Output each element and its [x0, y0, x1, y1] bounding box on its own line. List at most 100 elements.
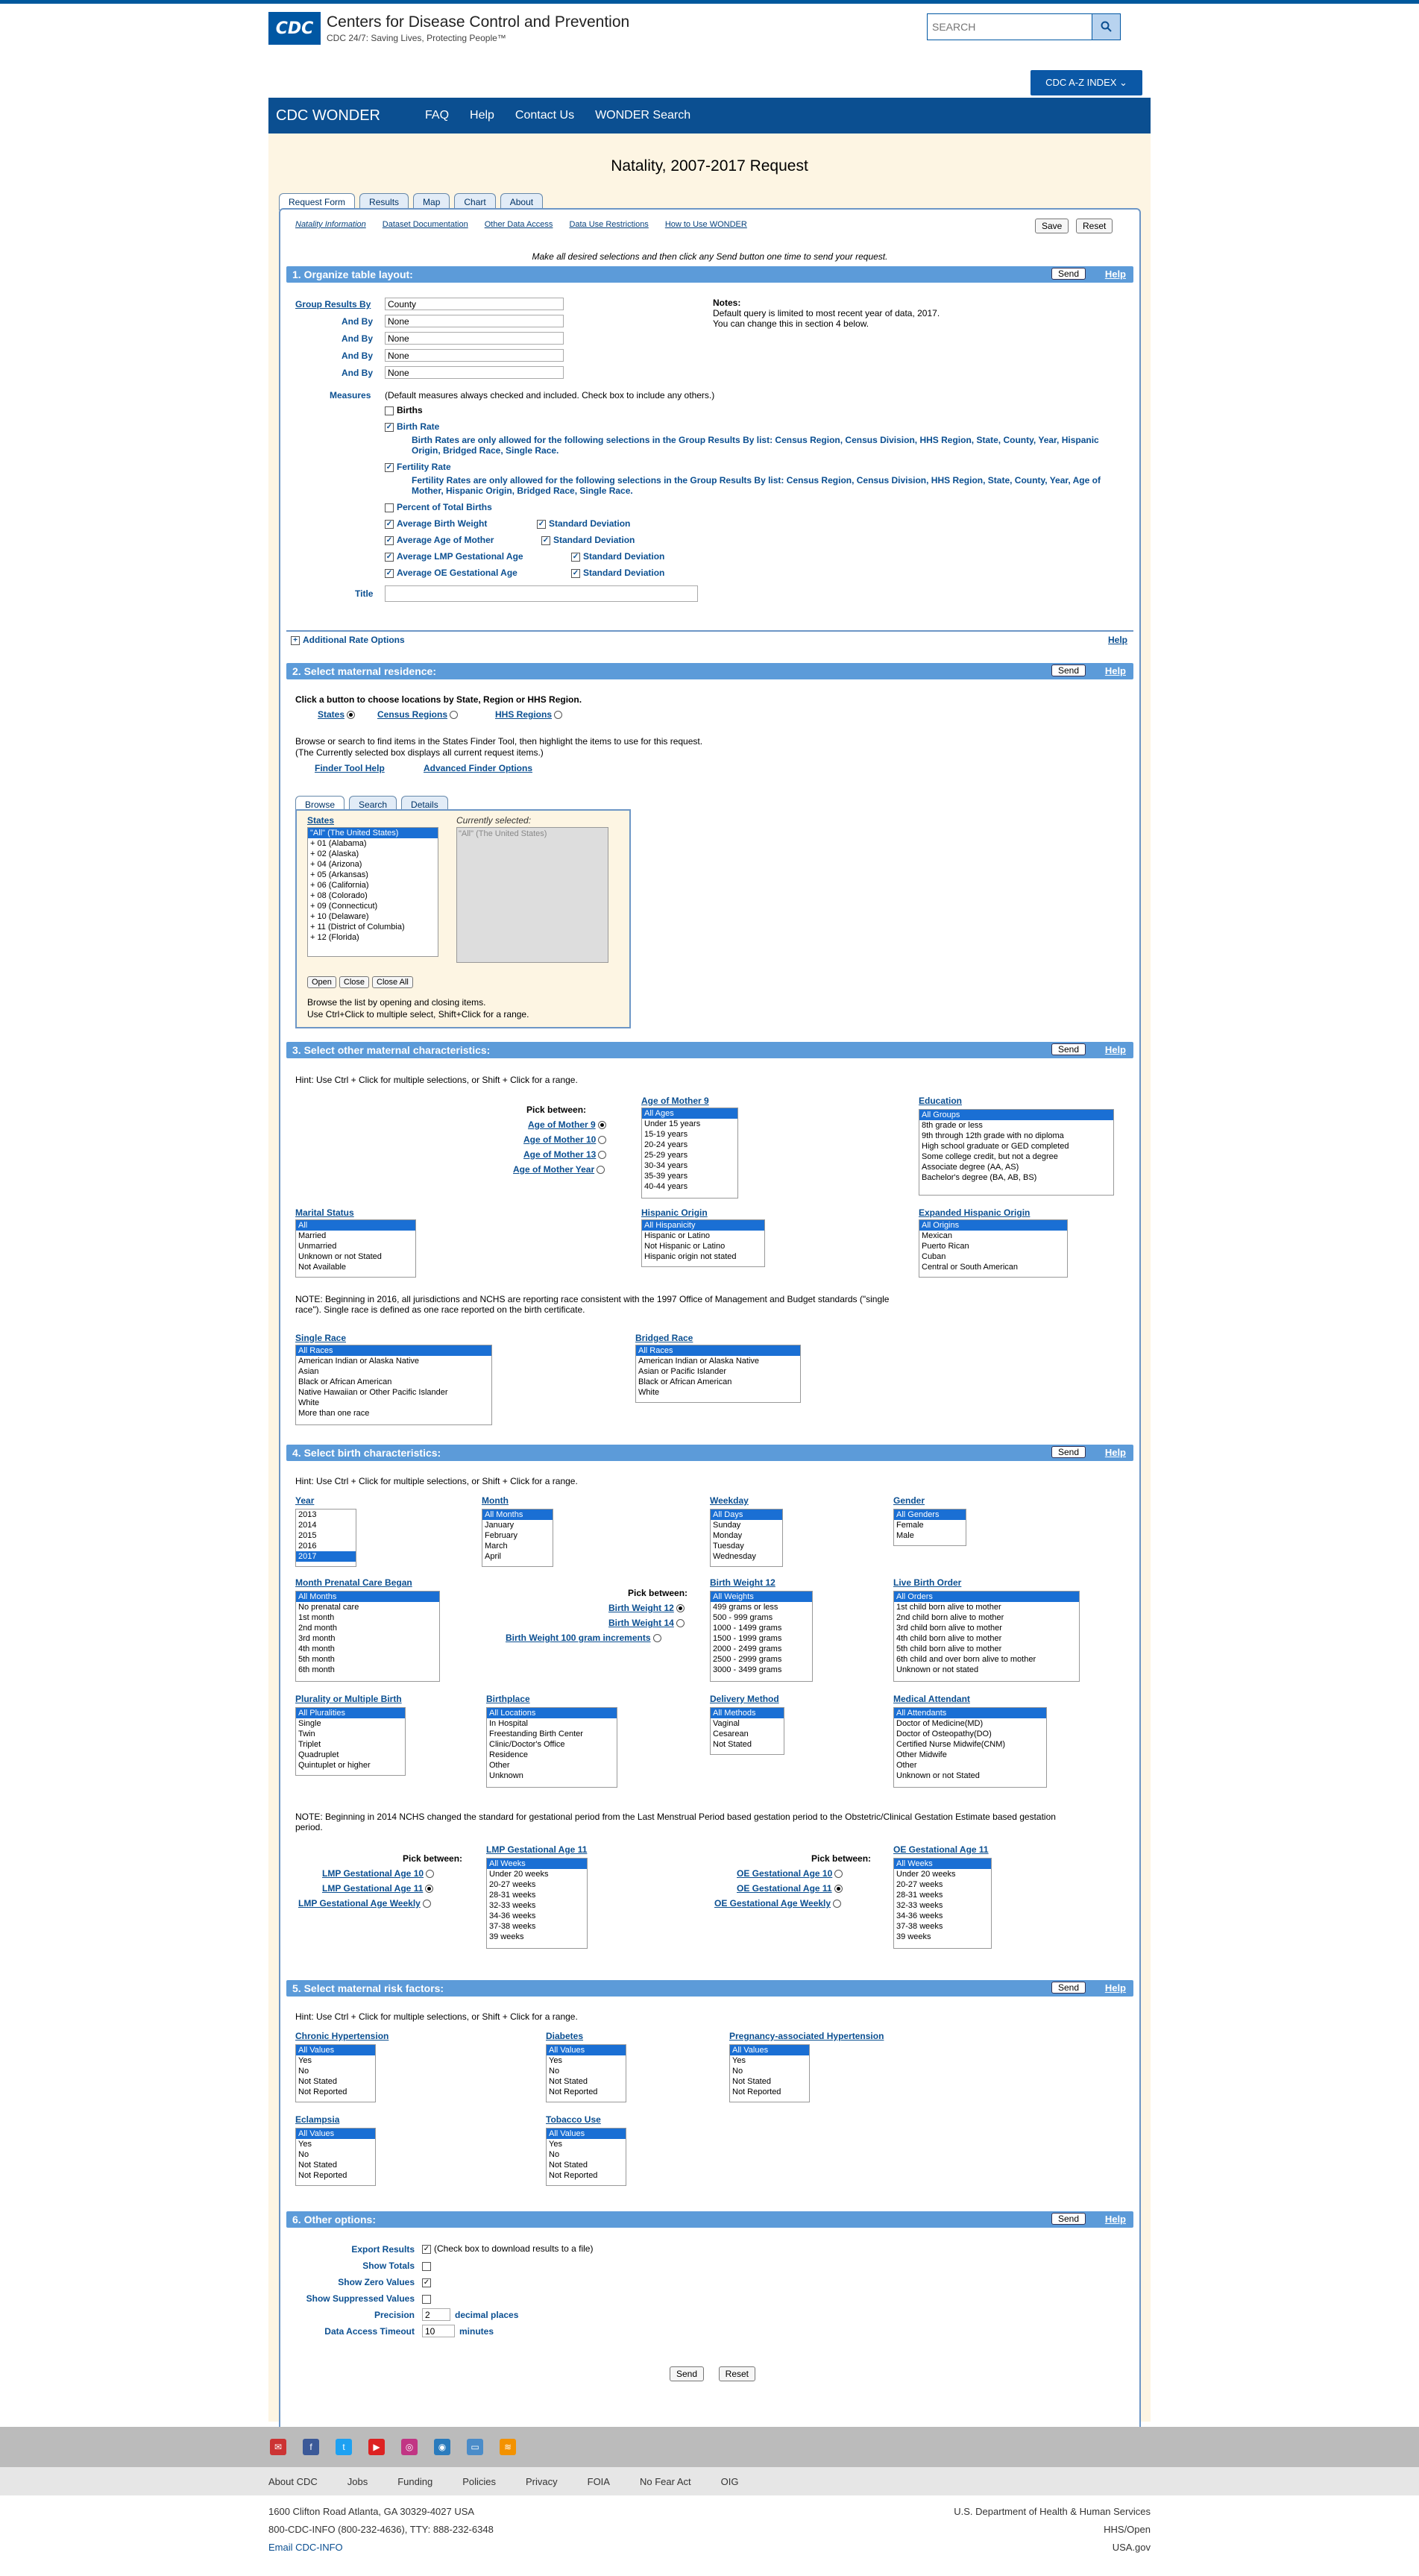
list-item[interactable]: 35-39 years	[642, 1171, 737, 1181]
list-item[interactable]: No	[296, 2149, 375, 2160]
diabetes-list[interactable]: All Values Yes No Not Stated Not Reported	[546, 2044, 626, 2102]
list-item[interactable]: Under 20 weeks	[894, 1869, 991, 1879]
list-item[interactable]: All Months	[296, 1592, 439, 1602]
list-item[interactable]: Yes	[547, 2139, 626, 2149]
list-item[interactable]: Bachelor's degree (BA, AB, BS)	[919, 1172, 1113, 1183]
list-item[interactable]: 8th grade or less	[919, 1120, 1113, 1131]
email-icon[interactable]: ✉	[270, 2439, 286, 2455]
lmp-opt-weekly[interactable]: LMP Gestational Age Weekly	[298, 1898, 431, 1909]
list-item[interactable]: Other	[487, 1760, 617, 1771]
list-item[interactable]: Male	[894, 1530, 966, 1541]
bw-opt-100[interactable]: Birth Weight 100 gram increments	[506, 1633, 661, 1643]
zero-checkbox[interactable]: ✓	[422, 2278, 431, 2287]
avg-bw-checkbox[interactable]: ✓	[385, 519, 394, 529]
open-button[interactable]: Open	[307, 976, 336, 988]
lmp-opt-11[interactable]: LMP Gestational Age 11	[322, 1883, 434, 1894]
list-item[interactable]: 20-27 weeks	[487, 1879, 587, 1890]
zero-option[interactable]: ✓	[422, 2276, 434, 2287]
oe-opt-11[interactable]: OE Gestational Age 11	[737, 1883, 843, 1894]
nav-faq[interactable]: FAQ	[425, 109, 449, 122]
oe-opt-10[interactable]: OE Gestational Age 10	[737, 1868, 843, 1879]
list-item[interactable]: 2000 - 2499 grams	[711, 1644, 812, 1654]
list-item[interactable]: In Hospital	[487, 1718, 617, 1729]
marital-list[interactable]: All Married Unmarried Unknown or not Stated…	[295, 1219, 416, 1278]
eclampsia-list[interactable]: All Values Yes No Not Stated Not Reported	[295, 2128, 376, 2186]
list-item[interactable]: All Hispanicity	[642, 1220, 764, 1231]
list-item[interactable]: 1st month	[296, 1612, 439, 1623]
prenatal-list[interactable]: All Months No prenatal care 1st month 2nd m…	[295, 1591, 440, 1682]
totals-option[interactable]	[422, 2260, 434, 2271]
search-input[interactable]	[928, 14, 1092, 40]
bw-100-radio[interactable]	[652, 1634, 661, 1643]
list-item[interactable]: Puerto Rican	[919, 1241, 1067, 1251]
nav-wonder-search[interactable]: WONDER Search	[595, 109, 690, 122]
sd-3-checkbox[interactable]: ✓	[571, 552, 580, 562]
list-item[interactable]: + 06 (California)	[308, 880, 438, 890]
age-10-radio[interactable]	[598, 1136, 607, 1145]
list-item[interactable]: 34-36 weeks	[894, 1911, 991, 1921]
list-item[interactable]: Unknown or not stated	[894, 1665, 1079, 1675]
list-item[interactable]: All Values	[547, 2129, 626, 2139]
list-item[interactable]: 39 weeks	[894, 1932, 991, 1942]
pregnancy-htn-list[interactable]: All Values Yes No Not Stated Not Reported	[729, 2044, 810, 2102]
rss-icon[interactable]: ≋	[500, 2439, 516, 2455]
youtube-icon[interactable]: ▶	[368, 2439, 385, 2455]
list-item[interactable]: Native Hawaiian or Other Pacific Islande…	[296, 1387, 491, 1398]
reset-button[interactable]: Reset	[1075, 219, 1113, 233]
list-item[interactable]: Certified Nurse Midwife(CNM)	[894, 1739, 1046, 1750]
birthplace-list[interactable]: All Locations In Hospital Freestanding Bir…	[486, 1707, 617, 1788]
measure-sd-2[interactable]: ✓ Standard Deviation	[541, 535, 635, 545]
list-item[interactable]: Not Reported	[730, 2087, 809, 2097]
list-item[interactable]: Unknown	[487, 1771, 617, 1781]
bridged-race-list[interactable]: All Races American Indian or Alaska Nativ…	[635, 1345, 801, 1403]
footer-oig[interactable]: OIG	[721, 2476, 739, 2487]
list-item[interactable]: Not Reported	[547, 2087, 626, 2097]
list-item[interactable]: 2015	[296, 1530, 356, 1541]
send-button-s2[interactable]: Send	[1051, 665, 1086, 676]
az-index-button[interactable]: CDC A-Z INDEX ⌄	[1031, 70, 1142, 95]
send-button-s4[interactable]: Send	[1051, 1446, 1086, 1458]
list-item[interactable]: 5th month	[296, 1654, 439, 1665]
list-item[interactable]: 2016	[296, 1541, 356, 1551]
list-item[interactable]: Hispanic or Latino	[642, 1231, 764, 1241]
list-item[interactable]: All Origins	[919, 1220, 1067, 1231]
list-item[interactable]: + 02 (Alaska)	[308, 849, 438, 859]
list-item[interactable]: Other	[894, 1760, 1046, 1771]
list-item[interactable]: 2nd child born alive to mother	[894, 1612, 1079, 1623]
send-button-s1[interactable]: Send	[1051, 268, 1086, 280]
list-item[interactable]: High school graduate or GED completed	[919, 1141, 1113, 1152]
list-item[interactable]: All Genders	[894, 1510, 966, 1520]
list-item[interactable]: All Values	[296, 2045, 375, 2055]
age-opt-year[interactable]: Age of Mother Year	[513, 1164, 605, 1175]
fertility-rate-checkbox[interactable]: ✓	[385, 462, 394, 472]
avg-oe-checkbox[interactable]: ✓	[385, 568, 394, 578]
lmp-opt-10[interactable]: LMP Gestational Age 10	[322, 1868, 435, 1879]
list-item[interactable]: 20-24 years	[642, 1140, 737, 1150]
timeout-select[interactable]: 10	[422, 2325, 455, 2337]
list-item[interactable]: 40-44 years	[642, 1181, 737, 1192]
education-list[interactable]: All Groups 8th grade or less 9th through 1…	[919, 1109, 1114, 1196]
send-button-bottom[interactable]: Send	[670, 2366, 705, 2381]
list-item[interactable]: No	[296, 2066, 375, 2076]
list-item[interactable]: Not Stated	[296, 2160, 375, 2170]
hispanic-list[interactable]: All Hispanicity Hispanic or Latino Not His…	[641, 1219, 765, 1267]
list-item[interactable]: Yes	[547, 2055, 626, 2066]
send-button-s5[interactable]: Send	[1051, 1982, 1086, 1994]
birth-rate-checkbox[interactable]: ✓	[385, 422, 394, 432]
list-item[interactable]: + 11 (District of Columbia)	[308, 922, 438, 932]
census-radio[interactable]	[450, 711, 459, 720]
title-input[interactable]	[385, 585, 698, 602]
precision-select[interactable]: 2	[422, 2308, 450, 2321]
group-by-select-2[interactable]: None	[385, 315, 564, 327]
footer-no-fear[interactable]: No Fear Act	[640, 2476, 691, 2487]
email-link[interactable]: Email CDC-INFO	[268, 2539, 494, 2557]
help-link-s4[interactable]: Help	[1105, 1447, 1126, 1458]
list-item[interactable]: 3rd month	[296, 1633, 439, 1644]
age-list[interactable]: All Ages Under 15 years 15-19 years 20-24 y…	[641, 1108, 738, 1199]
list-item[interactable]: 1000 - 1499 grams	[711, 1623, 812, 1633]
age-opt-10[interactable]: Age of Mother 10	[523, 1134, 607, 1145]
cdc-logo[interactable]: CDC Centers for Disease Control and Prev…	[268, 12, 629, 45]
list-item[interactable]: All Groups	[919, 1110, 1113, 1120]
list-item[interactable]: No	[730, 2066, 809, 2076]
list-item[interactable]: + 05 (Arkansas)	[308, 870, 438, 880]
